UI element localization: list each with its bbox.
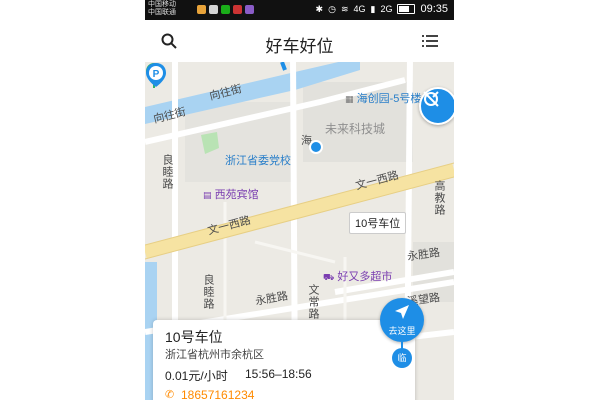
go-here-label: 去这里 (388, 326, 416, 336)
app-header: 好车好位 (145, 20, 454, 62)
crosshair-icon (423, 91, 439, 107)
network-4g-label: 4G (353, 4, 366, 14)
notification-app-icon (209, 5, 218, 14)
bluetooth-icon: ✱ (315, 3, 324, 14)
status-time: 09:35 (420, 3, 448, 15)
battery-icon (397, 4, 416, 14)
nearby-badge[interactable]: 临 (392, 348, 412, 368)
poi-xiyuan-hotel[interactable]: ▤ 西苑宾馆 (203, 186, 259, 202)
wifi-icon: ≋ (340, 3, 349, 14)
parking-hours: 15:56–18:56 (245, 367, 312, 381)
street-label: 高教路 (433, 180, 445, 216)
locate-button[interactable] (419, 87, 454, 125)
network-2g-label: 2G (380, 4, 393, 14)
list-menu-icon[interactable] (422, 34, 438, 48)
carrier-1: 中国移动 (148, 1, 176, 8)
notification-app-icon (233, 5, 242, 14)
notification-app-icon (197, 5, 206, 14)
poi-haichuang-park[interactable]: ▦ 海创园-5号楼 (345, 90, 421, 106)
hotel-icon: ▤ (203, 190, 212, 200)
phone-screen: 中国移动 中国联通 ✱ ◷ ≋ 4G ▮ 2G 09:35 好车好位 向往街 向… (145, 0, 454, 400)
phone-number-link[interactable]: 18657161234 (181, 388, 254, 400)
notification-icons (197, 5, 254, 14)
signal-icon: ▮ (370, 3, 376, 14)
street-label: 良睦路 (161, 154, 173, 190)
notification-app-icon (221, 5, 230, 14)
shopping-cart-icon: ⛟ (323, 272, 335, 282)
poi-party-school[interactable]: 浙江省委党校 (225, 152, 291, 168)
carrier-2: 中国联通 (148, 9, 176, 16)
navigation-arrow-icon (395, 305, 409, 319)
phone-icon: ✆ (165, 389, 175, 400)
parking-address: 浙江省杭州市余杭区 (165, 349, 264, 361)
poi-haoyouduo-market[interactable]: ⛟ 好又多超市 (323, 268, 392, 284)
parking-letter: P (153, 69, 160, 80)
street-label: 文常路 (307, 284, 319, 320)
parking-name: 10号车位 (165, 329, 223, 345)
status-bar: 中国移动 中国联通 ✱ ◷ ≋ 4G ▮ 2G 09:35 (145, 0, 454, 20)
carrier-info: 中国移动 中国联通 (148, 1, 176, 17)
building-icon: ▦ (345, 94, 354, 104)
notification-app-icon (245, 5, 254, 14)
parking-marker-label: 10号车位 (349, 212, 407, 234)
parking-price: 0.01元/小时 (165, 369, 228, 383)
poi-future-tech-city[interactable]: 未来科技城 (325, 120, 385, 137)
parking-pin-icon[interactable]: P (145, 62, 167, 88)
street-label: 良睦路 (202, 274, 214, 310)
current-location-dot (309, 140, 323, 154)
go-here-button[interactable]: 去这里 (380, 298, 424, 342)
alarm-icon: ◷ (328, 3, 336, 14)
page-title: 好车好位 (265, 37, 334, 56)
parking-info-card[interactable]: 10号车位 浙江省杭州市余杭区 0.01元/小时 15:56–18:56 ✆ 1… (153, 320, 415, 400)
status-right: ✱ ◷ ≋ 4G ▮ 2G 09:35 (316, 3, 448, 15)
